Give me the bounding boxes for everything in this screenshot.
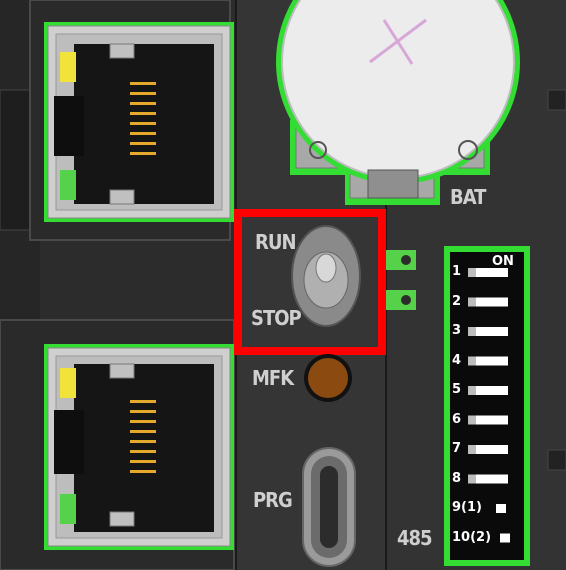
dip-switch-10-label: 10(2)	[452, 529, 492, 545]
stop-label: STOP	[251, 306, 302, 330]
activity-led-green-bottom	[60, 494, 76, 524]
dip-switch-6-label: 6	[452, 411, 462, 427]
dip-switch-9-label: 9(1)	[452, 500, 482, 515]
prg-label: PRG	[253, 488, 293, 512]
link-led-yellow-top	[60, 52, 76, 82]
link-led-yellow-bottom	[60, 368, 76, 398]
dip-switch-5-knob	[468, 386, 476, 395]
plc-module-view: RUN STOP MFK PRG BAT 485 ON 1 2 3 4 5 6 7 8 9(1)…	[0, 0, 566, 570]
activity-led-green-top	[60, 170, 76, 200]
mfk-label: MFK	[252, 366, 294, 390]
run-stop-toggle[interactable]	[291, 225, 361, 327]
dip-switch-3-knob	[468, 327, 476, 336]
dip-switch-4-label: 4	[452, 352, 462, 368]
ethernet-port-bottom[interactable]	[0, 319, 235, 570]
dip-switch-7-knob	[468, 445, 476, 454]
port-485-label: 485	[397, 526, 433, 550]
dip-switch-8-label: 8	[452, 470, 462, 486]
dip-switch-2-label: 2	[452, 293, 462, 309]
dip-switch-1-label: 1	[452, 264, 462, 279]
bat-label: BAT	[450, 185, 486, 209]
dip-switch-1-knob	[468, 268, 476, 277]
dip-on-label: ON	[492, 254, 514, 269]
run-label: RUN	[255, 230, 297, 254]
battery-icon[interactable]	[276, 0, 520, 205]
dip-switch-3-label: 3	[452, 323, 462, 338]
hardware-drawing	[0, 0, 566, 570]
dip-switch-4-knob	[468, 356, 476, 366]
dip-switch-8-knob	[468, 474, 476, 484]
dip-switch-2-knob	[468, 297, 476, 307]
dip-switch-5-label: 5	[452, 382, 462, 397]
dip-switch-7-label: 7	[452, 441, 462, 456]
ethernet-port-top[interactable]	[29, 0, 234, 241]
dip-switch-9[interactable]	[496, 504, 506, 513]
usb-c-port-icon[interactable]	[302, 447, 356, 567]
dip-switch-10[interactable]	[500, 533, 510, 543]
mfk-button[interactable]	[304, 354, 352, 402]
dip-switch-6-knob	[468, 415, 476, 425]
